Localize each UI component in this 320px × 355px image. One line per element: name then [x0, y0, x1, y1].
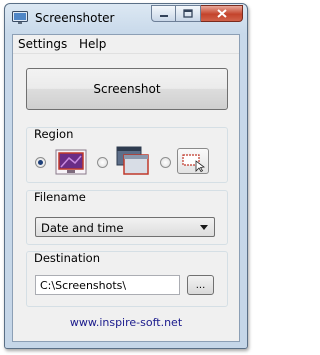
client-area: Settings Help Screenshot Region Filename… — [12, 34, 240, 342]
menu-help[interactable]: Help — [79, 37, 106, 51]
filename-label: Filename — [34, 190, 86, 204]
close-icon — [216, 9, 227, 18]
selection-area-button[interactable] — [177, 148, 209, 174]
region-window-radio[interactable] — [97, 157, 108, 168]
region-label: Region — [34, 127, 74, 141]
selection-area-icon — [182, 154, 206, 172]
region-selection-radio[interactable] — [160, 157, 171, 168]
screenshot-button[interactable]: Screenshot — [26, 68, 228, 110]
browse-button-label: ... — [195, 279, 206, 291]
filename-group: Filename Date and time — [26, 190, 228, 245]
minimize-icon — [159, 14, 168, 17]
monitor-app-icon — [12, 11, 28, 24]
menu-bar: Settings Help — [13, 35, 239, 54]
window-icon[interactable] — [116, 146, 150, 176]
destination-label: Destination — [34, 251, 100, 265]
destination-path-input[interactable] — [35, 275, 180, 295]
window-title: Screenshoter — [35, 11, 115, 25]
title-bar[interactable]: Screenshoter — [5, 4, 247, 34]
screenshot-button-label: Screenshot — [93, 82, 161, 96]
maximize-icon — [183, 9, 193, 18]
region-group: Region — [26, 127, 228, 183]
caption-buttons — [151, 5, 243, 22]
fullscreen-icon[interactable] — [55, 149, 87, 175]
browse-button[interactable]: ... — [187, 275, 214, 295]
filename-select[interactable]: Date and time — [35, 217, 215, 237]
website-link[interactable]: www.inspire-soft.net — [13, 316, 239, 329]
close-button[interactable] — [201, 5, 243, 22]
minimize-button[interactable] — [151, 5, 176, 22]
menu-settings[interactable]: Settings — [18, 37, 67, 51]
chevron-down-icon — [200, 225, 208, 230]
region-fullscreen-radio[interactable] — [35, 157, 46, 168]
filename-selected-value: Date and time — [41, 221, 124, 235]
destination-path-field[interactable] — [36, 276, 179, 294]
maximize-button[interactable] — [176, 5, 201, 22]
destination-group: Destination ... — [26, 251, 228, 307]
app-window: Screenshoter Settings Help Screenshot Re… — [4, 3, 248, 349]
